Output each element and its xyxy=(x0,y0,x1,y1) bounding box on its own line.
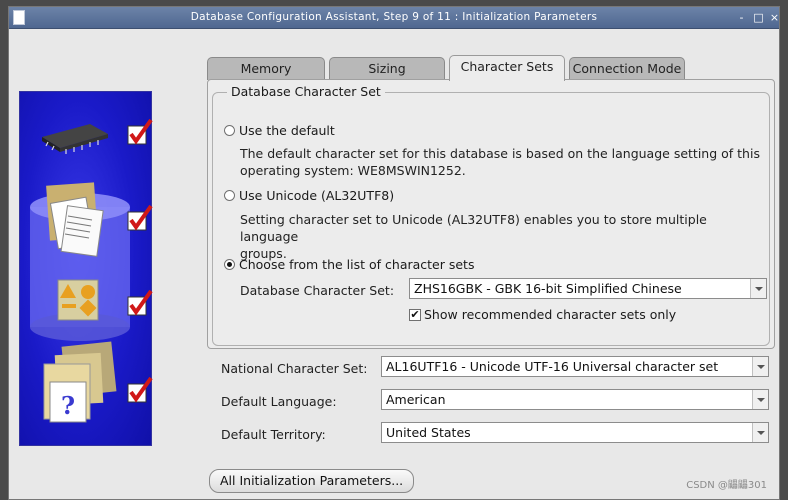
title-bar: Database Configuration Assistant, Step 9… xyxy=(9,7,779,29)
question-document-icon: ? xyxy=(43,341,117,423)
checkmark-icon xyxy=(127,118,153,403)
minimize-button[interactable]: - xyxy=(735,11,748,24)
use-default-label: Use the default xyxy=(239,123,335,138)
use-unicode-description: Setting character set to Unicode (AL32UT… xyxy=(240,211,769,262)
dbca-window: Database Configuration Assistant, Step 9… xyxy=(8,6,780,500)
close-button[interactable]: × xyxy=(768,11,779,24)
all-initialization-parameters-button[interactable]: All Initialization Parameters... xyxy=(209,469,415,493)
choose-from-list-radio[interactable]: Choose from the list of character sets xyxy=(224,257,474,272)
tab-memory[interactable]: Memory xyxy=(207,57,325,80)
tab-sizing[interactable]: Sizing xyxy=(329,57,445,80)
default-territory-label: Default Territory: xyxy=(221,427,326,442)
shapes-icon xyxy=(57,279,99,321)
national-charset-select[interactable]: AL16UTF16 - Unicode UTF-16 Universal cha… xyxy=(381,356,769,377)
illustration-graphic: ? xyxy=(30,118,153,423)
tab-character-sets[interactable]: Character Sets xyxy=(449,55,565,81)
default-language-label: Default Language: xyxy=(221,394,337,409)
default-language-select[interactable]: American xyxy=(381,389,769,410)
chevron-down-icon[interactable] xyxy=(752,357,768,376)
show-recommended-checkbox[interactable]: ✔ Show recommended character sets only xyxy=(409,307,676,322)
window-title: Database Configuration Assistant, Step 9… xyxy=(190,11,598,23)
default-language-value: American xyxy=(386,392,446,407)
chevron-down-icon[interactable] xyxy=(750,279,766,298)
radio-indicator-selected[interactable] xyxy=(224,259,235,270)
default-territory-select[interactable]: United States xyxy=(381,422,769,443)
default-territory-value: United States xyxy=(386,425,471,440)
db-charset-value: ZHS16GBK - GBK 16-bit Simplified Chinese xyxy=(414,281,682,296)
desc-line: The default character set for this datab… xyxy=(240,146,760,161)
database-character-set-group: Database Character Set Use the default T… xyxy=(212,84,770,346)
chevron-down-icon[interactable] xyxy=(752,423,768,442)
use-unicode-label: Use Unicode (AL32UTF8) xyxy=(239,188,395,203)
national-charset-value: AL16UTF16 - Unicode UTF-16 Universal cha… xyxy=(386,359,719,374)
chip-icon xyxy=(42,124,108,154)
use-default-radio[interactable]: Use the default xyxy=(224,123,335,138)
show-recommended-label: Show recommended character sets only xyxy=(424,307,677,322)
use-default-description: The default character set for this datab… xyxy=(240,145,760,179)
choose-from-list-label: Choose from the list of character sets xyxy=(239,257,475,272)
use-unicode-radio[interactable]: Use Unicode (AL32UTF8) xyxy=(224,188,394,203)
wizard-illustration: ? xyxy=(19,91,153,446)
watermark: CSDN @鼺鼺301 xyxy=(686,480,767,491)
tab-connection-mode[interactable]: Connection Mode xyxy=(569,57,685,80)
svg-text:?: ? xyxy=(61,391,75,420)
db-charset-label: Database Character Set: xyxy=(240,283,395,298)
desc-line: operating system: WE8MSWIN1252. xyxy=(240,163,466,178)
maximize-button[interactable]: □ xyxy=(752,11,765,24)
radio-indicator[interactable] xyxy=(224,190,235,201)
chevron-down-icon[interactable] xyxy=(752,390,768,409)
radio-indicator[interactable] xyxy=(224,125,235,136)
character-sets-panel: Database Character Set Use the default T… xyxy=(207,79,775,349)
desc-line: Setting character set to Unicode (AL32UT… xyxy=(240,212,707,244)
db-charset-select[interactable]: ZHS16GBK - GBK 16-bit Simplified Chinese xyxy=(409,278,767,299)
national-charset-label: National Character Set: xyxy=(221,361,368,376)
checkbox-checked-icon[interactable]: ✔ xyxy=(409,308,421,321)
group-title: Database Character Set xyxy=(227,84,385,99)
